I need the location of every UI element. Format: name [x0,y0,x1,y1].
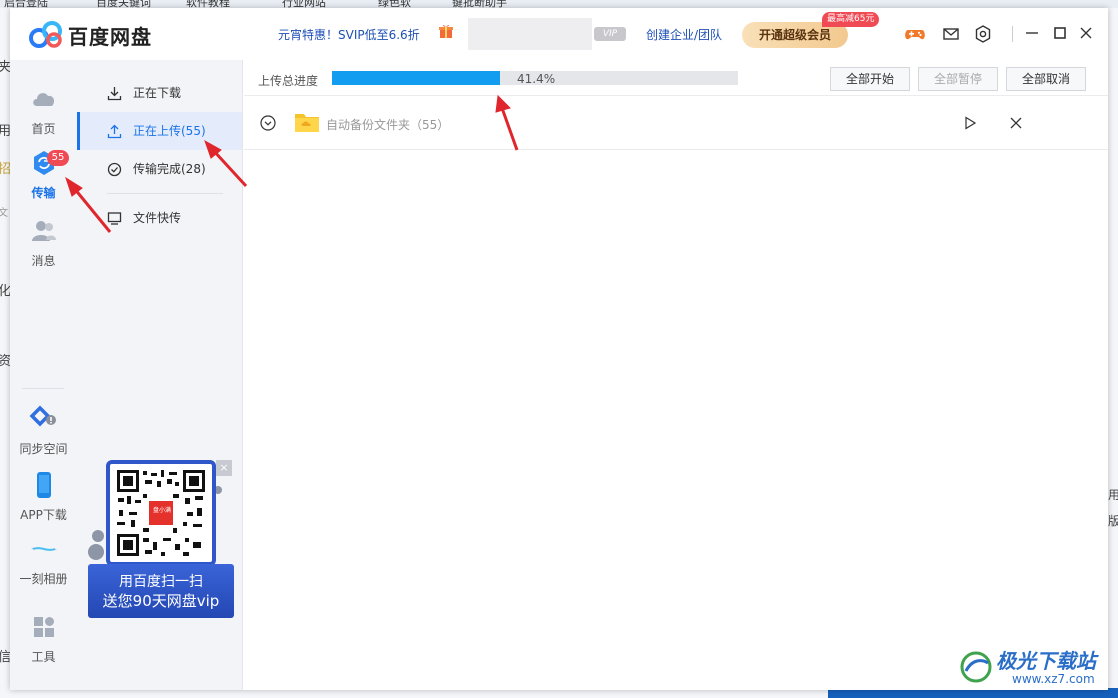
rail-item-label: 工具 [31,650,56,664]
watermark-url: www.xz7.com [1012,672,1095,686]
qr-ad-line1: 用百度扫一扫 [119,574,203,590]
upload-progress-label: 上传总进度 [258,74,319,88]
site-watermark: 极光下载站 www.xz7.com [958,645,1108,689]
check-circle-icon [107,162,122,177]
discount-badge: 最高减65元 [822,12,880,27]
watermark-text: 极光下载站 [996,649,1096,673]
upload-task-row[interactable]: 自动备份文件夹（55） [244,96,1108,150]
pause-all-button[interactable]: 全部暂停 [918,67,998,91]
watermark-logo-icon [960,651,992,683]
upload-toolbar: 上传总进度 41.4% 全部开始 全部暂停 全部取消 [244,60,1108,96]
rail-item-label: 消息 [31,254,56,268]
rail-item-messages[interactable]: 消息 [10,216,77,269]
rail-item-app-download[interactable]: APP下载 [10,470,77,523]
monitor-icon [107,212,122,225]
desktop-edge-text: 化 [0,284,10,299]
rail-item-label: 一刻相册 [19,572,68,586]
folder-icon [295,114,319,132]
rail-divider [22,388,64,389]
cancel-all-button[interactable]: 全部取消 [1006,67,1086,91]
settings-gear-icon[interactable] [972,23,994,45]
rail-item-label: 同步空间 [19,442,68,456]
decoration-blob [92,530,104,542]
mail-icon[interactable] [940,23,962,45]
upload-progress-fill [332,71,501,85]
qr-ad-close-button[interactable]: × [216,460,232,476]
decoration-blob [88,544,104,560]
people-icon [31,221,56,241]
primary-nav-rail: 首页 传输 55 消息 同步空间 APP下载 一刻相册 工具 [10,60,77,690]
subnav-item-label: 文件快传 [133,211,182,225]
transfer-count-badge: 55 [47,150,69,166]
desktop-tab-strip: 启合登陆 百度关键词 软件教程 行业网站 绿色软 键批断助手 [0,0,1118,8]
qr-ad-banner: 用百度扫一扫 送您90天网盘vip [88,564,234,618]
desktop-edge-text: 资 [0,354,10,369]
minimize-icon[interactable] [1023,24,1041,42]
desktop-edge-text: 招 [0,162,10,177]
desktop-tab-text: 百度关键词 [96,0,151,8]
desktop-right-edge: 用 版 [1108,8,1118,698]
vip-badge: VIP [594,27,626,41]
sync-icon [29,405,56,427]
gift-icon[interactable] [438,23,454,39]
rail-item-sync-space[interactable]: 同步空间 [10,404,77,457]
desktop-edge-text: 用 [0,124,10,139]
subnav-item-quick-transfer[interactable]: 文件快传 [77,199,242,237]
baidu-netdisk-window: 百度网盘 元宵特惠！SVIP低至6.6折 VIP 创建企业/团队 开通超级会员 … [10,8,1108,690]
upload-list-panel: 上传总进度 41.4% 全部开始 全部暂停 全部取消 自动备份文件夹（55） [244,60,1108,690]
window-controls-divider [1012,26,1013,42]
close-window-icon[interactable] [1077,24,1095,42]
baidu-netdisk-logo-icon [29,21,62,48]
start-all-button[interactable]: 全部开始 [830,67,910,91]
rail-item-label: APP下载 [20,508,67,522]
desktop-tab-text: 行业网站 [282,0,326,8]
album-icon [30,547,57,551]
desktop-tab-text: 键批断助手 [452,0,507,8]
upload-icon [107,124,122,139]
subnav-item-completed[interactable]: 传输完成(28) [77,150,242,188]
qr-promo-ad[interactable]: 盘小满 × 用百度扫一扫 送您90天网盘vip [88,460,236,620]
rail-item-label: 传输 [31,186,56,200]
expand-toggle-icon[interactable] [260,115,276,131]
subnav-item-label: 正在上传(55) [133,124,206,138]
phone-icon [36,472,51,498]
desktop-edge-text: 夹 [0,60,10,75]
upload-progress-percent: 41.4% [517,72,556,86]
subnav-item-label: 传输完成(28) [133,162,206,176]
qr-card: 盘小满 [106,460,216,566]
desktop-tab-text: 绿色软 [378,0,411,8]
promo-link[interactable]: 元宵特惠！SVIP低至6.6折 [278,26,420,43]
play-icon[interactable] [962,115,978,131]
rail-item-album[interactable]: 一刻相册 [10,534,77,587]
title-bar: 百度网盘 元宵特惠！SVIP低至6.6折 VIP 创建企业/团队 开通超级会员 … [10,8,1108,60]
game-controller-icon[interactable] [904,23,926,45]
subnav-item-label: 正在下载 [133,86,182,100]
qr-ad-line2: 送您90天网盘vip [102,592,220,610]
rail-item-tools[interactable]: 工具 [10,612,77,665]
tools-icon [33,617,54,637]
task-name: 自动备份文件夹（55） [326,118,450,132]
qr-center-logo-text: 盘小满 [152,507,171,514]
desktop-tab-text: 软件教程 [186,0,230,8]
rail-item-home[interactable]: 首页 [10,84,77,137]
desktop-left-edge: 夹 用 招 文 化 资 信 [0,8,10,698]
subnav-item-uploading[interactable]: 正在上传(55) [77,112,242,150]
desktop-edge-text: 版 [1108,514,1118,528]
subnav-divider [107,193,223,194]
app-title: 百度网盘 [68,25,152,49]
desktop-edge-text: 信 [0,650,10,665]
create-enterprise-link[interactable]: 创建企业/团队 [646,26,722,43]
user-avatar-name[interactable] [468,18,592,50]
rail-item-label: 首页 [31,122,56,136]
maximize-icon[interactable] [1051,24,1069,42]
subnav-item-downloading[interactable]: 正在下载 [77,74,242,112]
desktop-edge-text: 文 [0,208,8,219]
download-icon [107,87,122,101]
cancel-task-icon[interactable] [1008,115,1024,131]
cloud-icon [32,93,54,106]
desktop-tab-text: 启合登陆 [4,0,48,8]
desktop-edge-text: 用 [1108,488,1118,502]
